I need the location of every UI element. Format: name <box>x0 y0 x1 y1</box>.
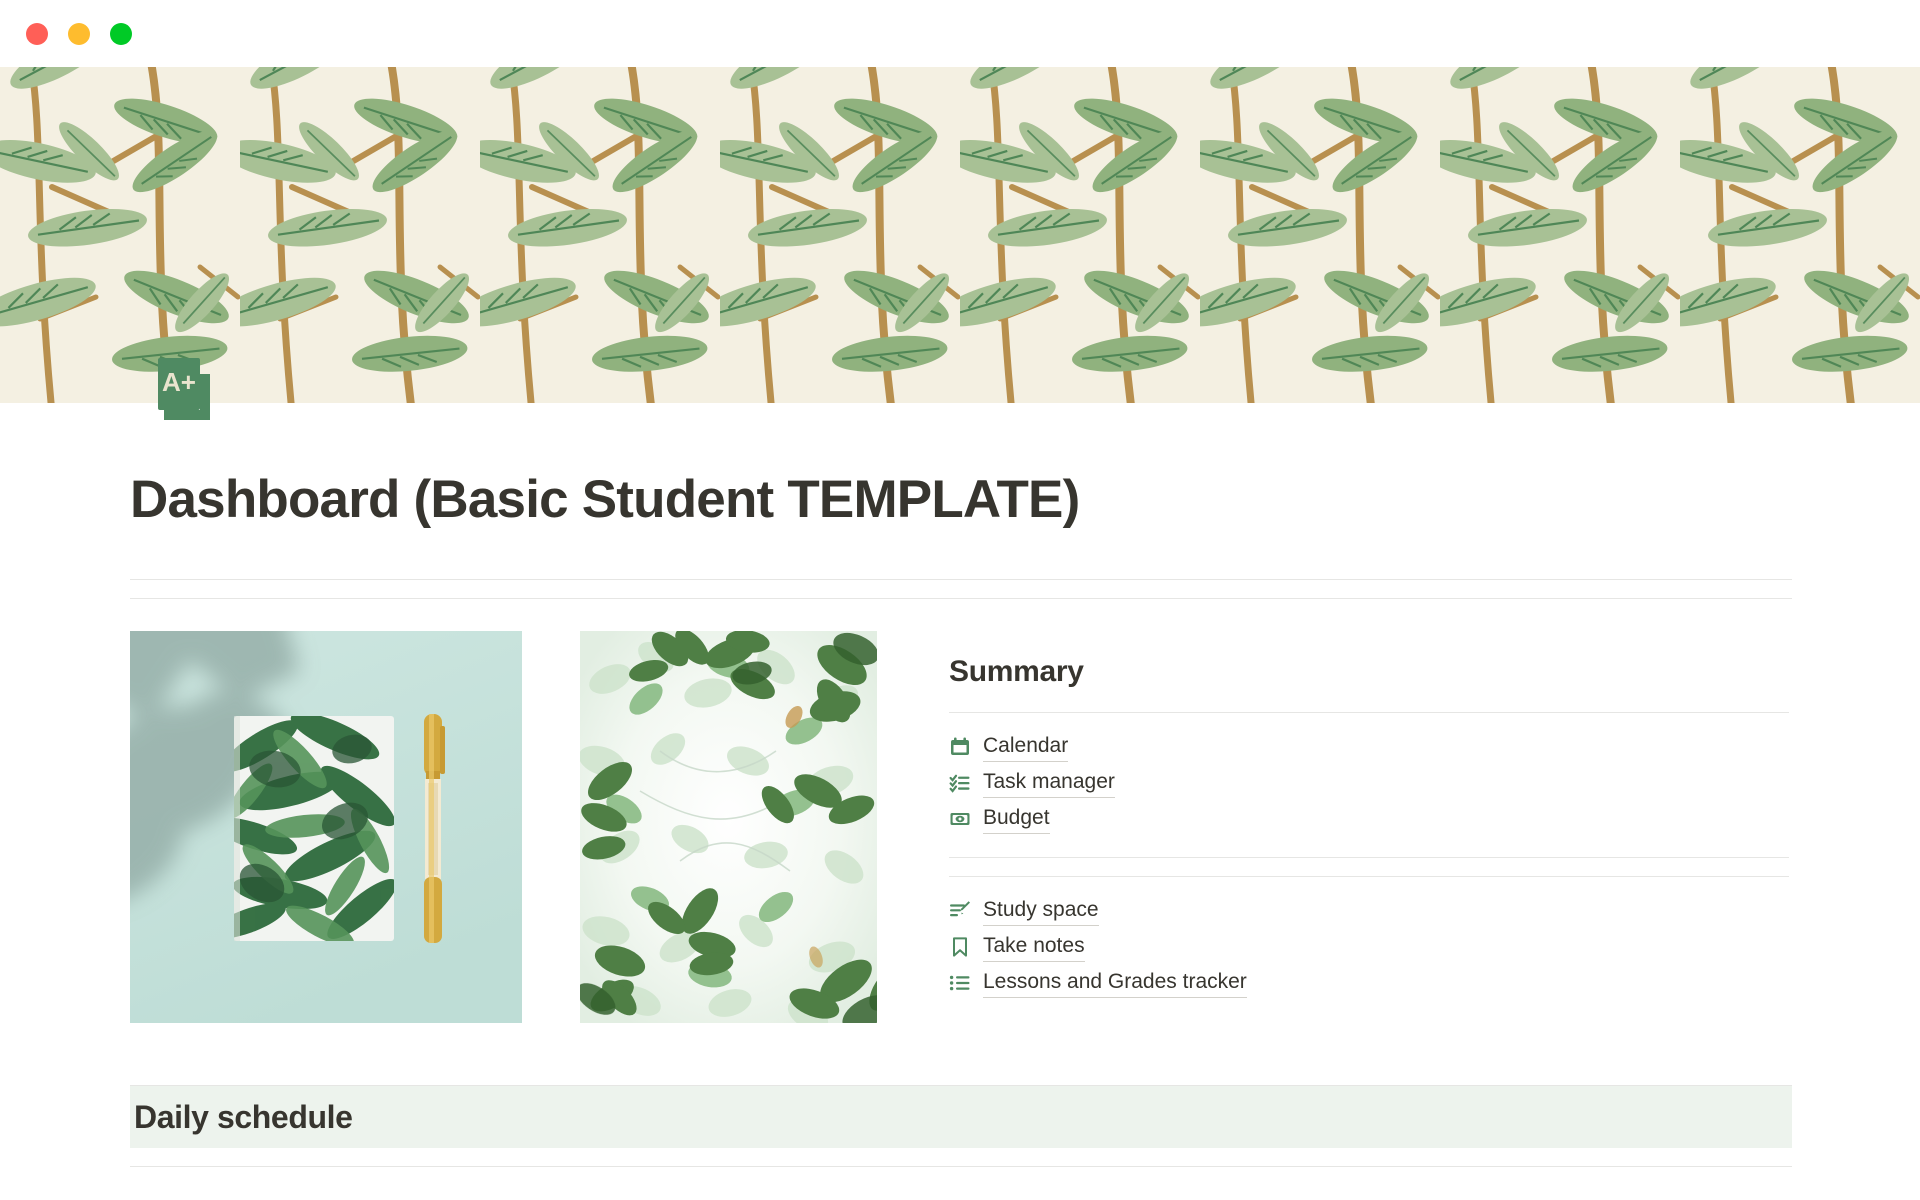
divider <box>130 1166 1792 1168</box>
divider <box>949 876 1789 878</box>
window-title-bar <box>0 0 1920 67</box>
tropical-notebook-photo[interactable] <box>130 631 522 1024</box>
money-bill-icon <box>949 808 971 830</box>
summary-link-group-1: Calendar Task manager Budget <box>949 729 1789 837</box>
minimize-button[interactable] <box>68 22 90 45</box>
summary-link-group-2: Study space Take notes Lessons and Grade… <box>949 893 1789 1001</box>
summary-link-task-manager[interactable]: Task manager <box>949 765 1789 801</box>
divider <box>130 598 1792 600</box>
summary-heading: Summary <box>949 655 1084 689</box>
page-content: Dashboard (Basic Student TEMPLATE) Summa… <box>0 403 1920 1200</box>
bulleted-list-icon <box>949 972 971 994</box>
summary-link-label[interactable]: Budget <box>983 804 1050 835</box>
summary-link-study-space[interactable]: Study space <box>949 893 1789 929</box>
maximize-button[interactable] <box>110 22 132 45</box>
daily-schedule-block: Daily schedule <box>130 1085 1792 1168</box>
summary-link-label[interactable]: Task manager <box>983 768 1115 799</box>
summary-link-label[interactable]: Take notes <box>983 932 1085 963</box>
leaf-wallpaper-pattern <box>0 67 1920 403</box>
summary-link-label[interactable]: Study space <box>983 896 1099 927</box>
summary-link-lessons-grades-tracker[interactable]: Lessons and Grades tracker <box>949 965 1789 1001</box>
summary-column: Summary Calendar Task manager Budget Stu… <box>949 631 1789 1023</box>
svg-text:A+: A+ <box>162 367 196 397</box>
daily-schedule-title[interactable]: Daily schedule <box>130 1099 353 1136</box>
summary-link-label[interactable]: Lessons and Grades tracker <box>983 968 1247 999</box>
daily-schedule-band: Daily schedule <box>130 1086 1792 1149</box>
a-plus-notebook-icon[interactable]: A+ <box>148 352 222 426</box>
close-button[interactable] <box>26 22 48 45</box>
cover-banner[interactable] <box>0 67 1920 403</box>
edit-lines-icon <box>949 900 971 922</box>
summary-link-take-notes[interactable]: Take notes <box>949 929 1789 965</box>
summary-link-budget[interactable]: Budget <box>949 801 1789 837</box>
divider <box>130 579 1792 581</box>
divider <box>949 712 1789 714</box>
summary-link-label[interactable]: Calendar <box>983 732 1069 763</box>
checklist-icon <box>949 772 971 794</box>
columns-block: Summary Calendar Task manager Budget Stu… <box>130 631 1792 1024</box>
page-title[interactable]: Dashboard (Basic Student TEMPLATE) <box>130 403 1792 529</box>
image-column <box>130 631 877 1024</box>
bookmark-icon <box>949 936 971 958</box>
divider <box>949 857 1789 859</box>
green-leaves-photo[interactable] <box>580 631 877 1024</box>
summary-link-calendar[interactable]: Calendar <box>949 729 1789 765</box>
calendar-icon <box>949 736 971 758</box>
